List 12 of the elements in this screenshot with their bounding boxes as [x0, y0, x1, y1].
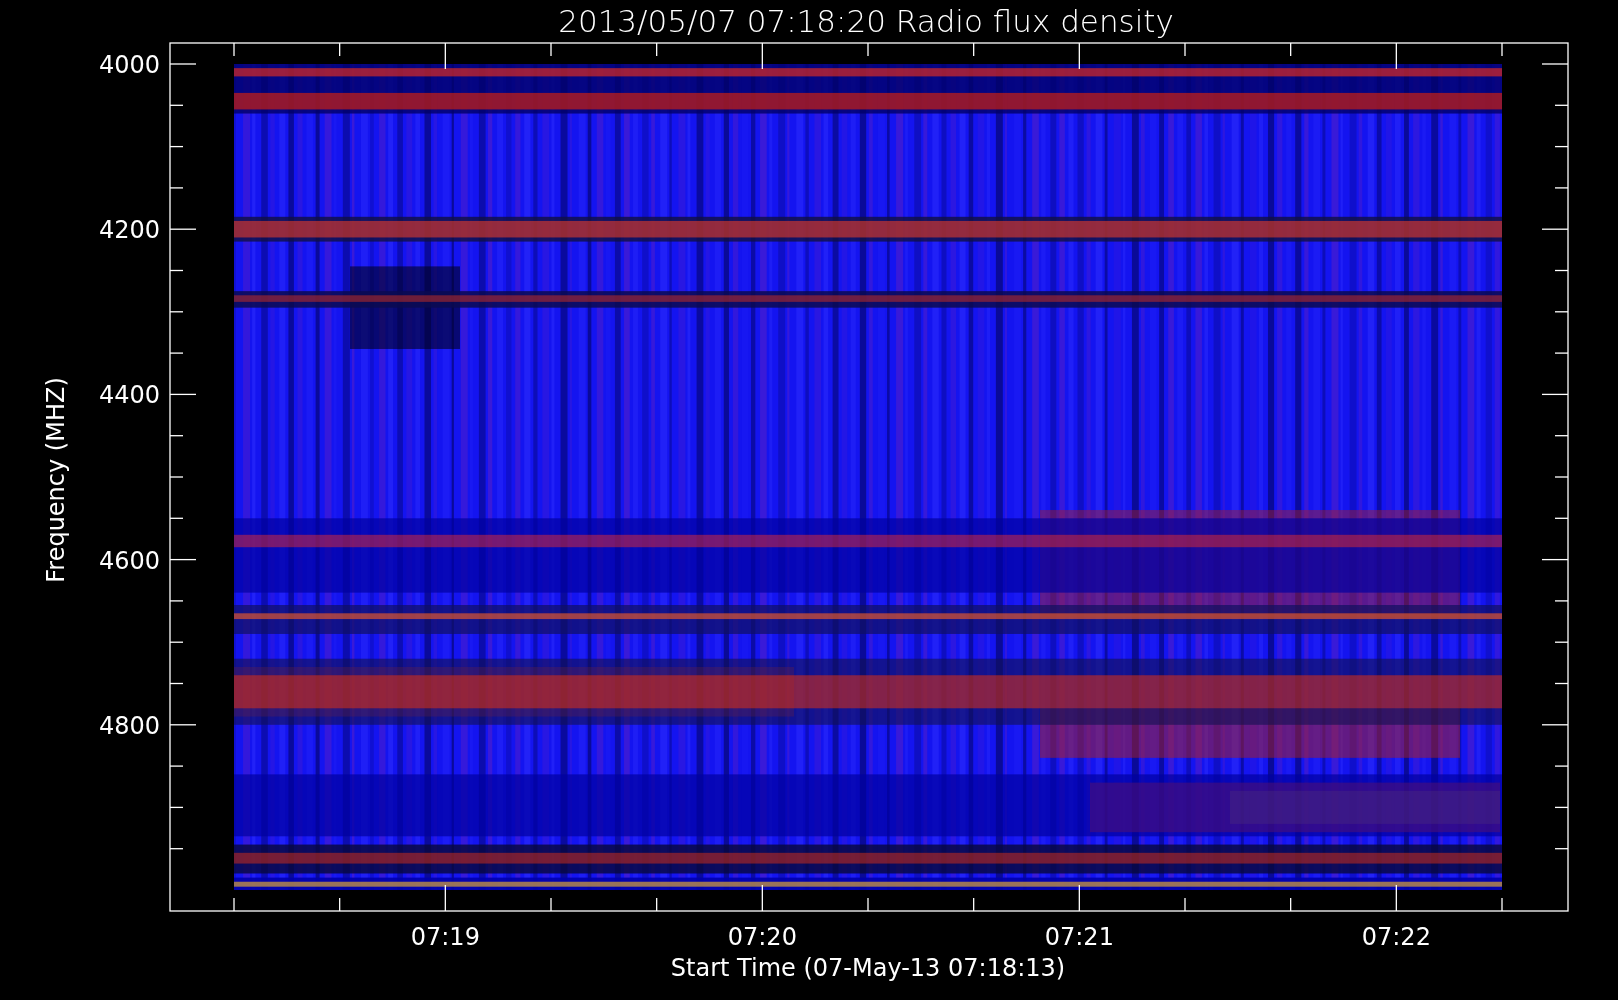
y-tick-label: 4200: [98, 216, 160, 245]
y-tick-label: 4600: [98, 546, 160, 575]
y-tick-label: 4000: [98, 51, 160, 79]
x-tick-label: 07:21: [1044, 923, 1114, 951]
y-axis-label: Frequency (MHZ): [42, 377, 70, 583]
x-axis-label: Start Time (07-May-13 07:18:13): [670, 954, 1066, 982]
x-tick-label: 07:20: [727, 923, 797, 951]
x-tick-label: 07:19: [410, 923, 480, 951]
y-tick-label: 4400: [98, 381, 160, 410]
x-tick-label: 07:22: [1361, 923, 1431, 951]
plot-title: 2013/05/07 07:18:20 Radio flux density: [558, 3, 1174, 39]
y-tick-label: 4800: [98, 711, 160, 740]
